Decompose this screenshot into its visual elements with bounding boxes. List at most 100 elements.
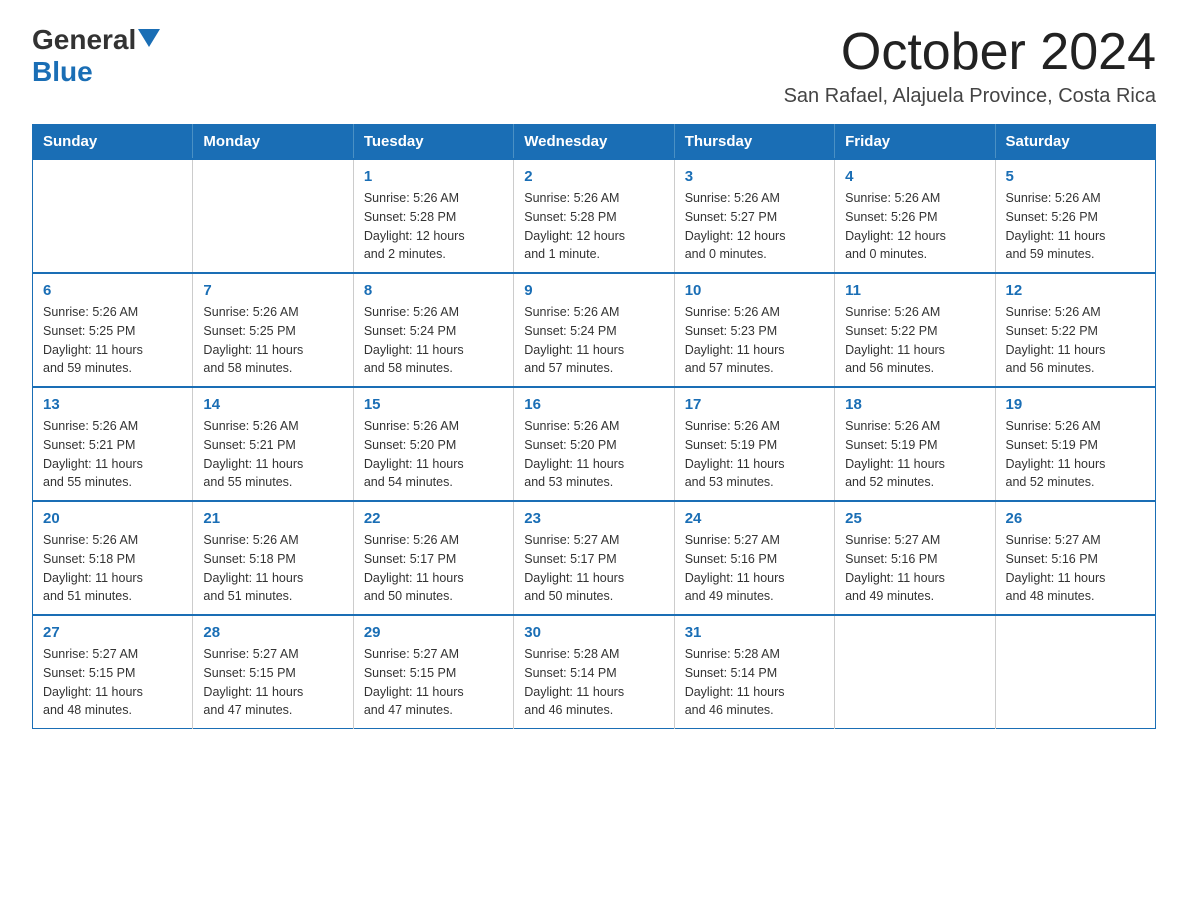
calendar-cell: 12 Sunrise: 5:26 AM Sunset: 5:22 PM Dayli… [995, 273, 1155, 387]
day-number: 5 [1006, 168, 1145, 185]
calendar-cell: 1 Sunrise: 5:26 AM Sunset: 5:28 PM Daylig… [353, 159, 513, 273]
calendar-cell: 21 Sunrise: 5:26 AM Sunset: 5:18 PM Dayli… [193, 501, 353, 615]
day-info: Sunrise: 5:26 AM Sunset: 5:18 PM Dayligh… [43, 531, 182, 606]
day-info: Sunrise: 5:26 AM Sunset: 5:22 PM Dayligh… [845, 303, 984, 378]
calendar-cell: 19 Sunrise: 5:26 AM Sunset: 5:19 PM Dayli… [995, 387, 1155, 501]
day-info: Sunrise: 5:28 AM Sunset: 5:14 PM Dayligh… [685, 645, 824, 720]
calendar-week-row: 1 Sunrise: 5:26 AM Sunset: 5:28 PM Daylig… [33, 159, 1156, 273]
day-number: 31 [685, 624, 824, 641]
calendar-cell: 3 Sunrise: 5:26 AM Sunset: 5:27 PM Daylig… [674, 159, 834, 273]
day-number: 15 [364, 396, 503, 413]
day-info: Sunrise: 5:27 AM Sunset: 5:15 PM Dayligh… [43, 645, 182, 720]
calendar-cell: 22 Sunrise: 5:26 AM Sunset: 5:17 PM Dayli… [353, 501, 513, 615]
day-number: 16 [524, 396, 663, 413]
day-info: Sunrise: 5:26 AM Sunset: 5:19 PM Dayligh… [685, 417, 824, 492]
day-info: Sunrise: 5:26 AM Sunset: 5:28 PM Dayligh… [364, 189, 503, 264]
day-info: Sunrise: 5:26 AM Sunset: 5:25 PM Dayligh… [43, 303, 182, 378]
calendar-cell: 9 Sunrise: 5:26 AM Sunset: 5:24 PM Daylig… [514, 273, 674, 387]
day-info: Sunrise: 5:27 AM Sunset: 5:16 PM Dayligh… [685, 531, 824, 606]
calendar-cell [193, 159, 353, 273]
calendar-cell: 23Sunrise: 5:27 AM Sunset: 5:17 PM Dayli… [514, 501, 674, 615]
calendar-cell: 20 Sunrise: 5:26 AM Sunset: 5:18 PM Dayli… [33, 501, 193, 615]
day-number: 2 [524, 168, 663, 185]
calendar-header-saturday: Saturday [995, 125, 1155, 160]
calendar-cell: 10 Sunrise: 5:26 AM Sunset: 5:23 PM Dayli… [674, 273, 834, 387]
calendar-week-row: 13Sunrise: 5:26 AM Sunset: 5:21 PM Dayli… [33, 387, 1156, 501]
calendar-cell: 6 Sunrise: 5:26 AM Sunset: 5:25 PM Daylig… [33, 273, 193, 387]
day-info: Sunrise: 5:26 AM Sunset: 5:26 PM Dayligh… [1006, 189, 1145, 264]
page-header: General Blue October 2024 San Rafael, Al… [32, 24, 1156, 108]
day-info: Sunrise: 5:27 AM Sunset: 5:15 PM Dayligh… [364, 645, 503, 720]
day-number: 10 [685, 282, 824, 299]
day-info: Sunrise: 5:27 AM Sunset: 5:16 PM Dayligh… [1006, 531, 1145, 606]
day-info: Sunrise: 5:26 AM Sunset: 5:22 PM Dayligh… [1006, 303, 1145, 378]
day-number: 7 [203, 282, 342, 299]
day-number: 4 [845, 168, 984, 185]
day-info: Sunrise: 5:26 AM Sunset: 5:20 PM Dayligh… [524, 417, 663, 492]
day-info: Sunrise: 5:26 AM Sunset: 5:21 PM Dayligh… [203, 417, 342, 492]
calendar-cell: 31 Sunrise: 5:28 AM Sunset: 5:14 PM Dayli… [674, 615, 834, 729]
calendar-header-row: SundayMondayTuesdayWednesdayThursdayFrid… [33, 125, 1156, 160]
day-info: Sunrise: 5:26 AM Sunset: 5:21 PM Dayligh… [43, 417, 182, 492]
location-title: San Rafael, Alajuela Province, Costa Ric… [784, 85, 1156, 108]
day-number: 18 [845, 396, 984, 413]
day-info: Sunrise: 5:27 AM Sunset: 5:16 PM Dayligh… [845, 531, 984, 606]
day-number: 28 [203, 624, 342, 641]
calendar-header-tuesday: Tuesday [353, 125, 513, 160]
logo-blue-text: Blue [32, 56, 93, 88]
calendar-cell: 29 Sunrise: 5:27 AM Sunset: 5:15 PM Dayli… [353, 615, 513, 729]
day-info: Sunrise: 5:26 AM Sunset: 5:23 PM Dayligh… [685, 303, 824, 378]
day-number: 27 [43, 624, 182, 641]
calendar-week-row: 20 Sunrise: 5:26 AM Sunset: 5:18 PM Dayli… [33, 501, 1156, 615]
calendar-header-thursday: Thursday [674, 125, 834, 160]
calendar-cell: 7Sunrise: 5:26 AM Sunset: 5:25 PM Daylig… [193, 273, 353, 387]
calendar-cell: 27 Sunrise: 5:27 AM Sunset: 5:15 PM Dayli… [33, 615, 193, 729]
day-info: Sunrise: 5:26 AM Sunset: 5:24 PM Dayligh… [364, 303, 503, 378]
day-info: Sunrise: 5:26 AM Sunset: 5:27 PM Dayligh… [685, 189, 824, 264]
calendar-cell: 24 Sunrise: 5:27 AM Sunset: 5:16 PM Dayli… [674, 501, 834, 615]
calendar-header-friday: Friday [835, 125, 995, 160]
day-info: Sunrise: 5:27 AM Sunset: 5:17 PM Dayligh… [524, 531, 663, 606]
calendar-header-wednesday: Wednesday [514, 125, 674, 160]
day-number: 9 [524, 282, 663, 299]
day-number: 14 [203, 396, 342, 413]
day-number: 20 [43, 510, 182, 527]
calendar-cell: 11Sunrise: 5:26 AM Sunset: 5:22 PM Dayli… [835, 273, 995, 387]
calendar-cell: 25Sunrise: 5:27 AM Sunset: 5:16 PM Dayli… [835, 501, 995, 615]
calendar-cell: 16 Sunrise: 5:26 AM Sunset: 5:20 PM Dayli… [514, 387, 674, 501]
day-number: 6 [43, 282, 182, 299]
calendar-cell: 18 Sunrise: 5:26 AM Sunset: 5:19 PM Dayli… [835, 387, 995, 501]
calendar-header-sunday: Sunday [33, 125, 193, 160]
calendar-cell [995, 615, 1155, 729]
calendar-cell: 14 Sunrise: 5:26 AM Sunset: 5:21 PM Dayli… [193, 387, 353, 501]
day-info: Sunrise: 5:26 AM Sunset: 5:24 PM Dayligh… [524, 303, 663, 378]
month-title: October 2024 [784, 24, 1156, 81]
calendar-cell [835, 615, 995, 729]
day-number: 1 [364, 168, 503, 185]
day-number: 21 [203, 510, 342, 527]
day-number: 17 [685, 396, 824, 413]
day-info: Sunrise: 5:26 AM Sunset: 5:18 PM Dayligh… [203, 531, 342, 606]
day-number: 19 [1006, 396, 1145, 413]
calendar-cell: 28 Sunrise: 5:27 AM Sunset: 5:15 PM Dayli… [193, 615, 353, 729]
day-info: Sunrise: 5:28 AM Sunset: 5:14 PM Dayligh… [524, 645, 663, 720]
day-number: 22 [364, 510, 503, 527]
calendar-cell: 26Sunrise: 5:27 AM Sunset: 5:16 PM Dayli… [995, 501, 1155, 615]
calendar-week-row: 27 Sunrise: 5:27 AM Sunset: 5:15 PM Dayli… [33, 615, 1156, 729]
calendar-week-row: 6 Sunrise: 5:26 AM Sunset: 5:25 PM Daylig… [33, 273, 1156, 387]
day-info: Sunrise: 5:26 AM Sunset: 5:19 PM Dayligh… [1006, 417, 1145, 492]
day-info: Sunrise: 5:27 AM Sunset: 5:15 PM Dayligh… [203, 645, 342, 720]
day-info: Sunrise: 5:26 AM Sunset: 5:19 PM Dayligh… [845, 417, 984, 492]
calendar-cell: 2Sunrise: 5:26 AM Sunset: 5:28 PM Daylig… [514, 159, 674, 273]
day-number: 29 [364, 624, 503, 641]
day-number: 3 [685, 168, 824, 185]
logo-general-text: General [32, 24, 136, 56]
day-info: Sunrise: 5:26 AM Sunset: 5:17 PM Dayligh… [364, 531, 503, 606]
calendar-cell [33, 159, 193, 273]
calendar-cell: 5 Sunrise: 5:26 AM Sunset: 5:26 PM Daylig… [995, 159, 1155, 273]
day-number: 12 [1006, 282, 1145, 299]
day-number: 24 [685, 510, 824, 527]
day-number: 8 [364, 282, 503, 299]
title-block: October 2024 San Rafael, Alajuela Provin… [784, 24, 1156, 108]
day-info: Sunrise: 5:26 AM Sunset: 5:20 PM Dayligh… [364, 417, 503, 492]
